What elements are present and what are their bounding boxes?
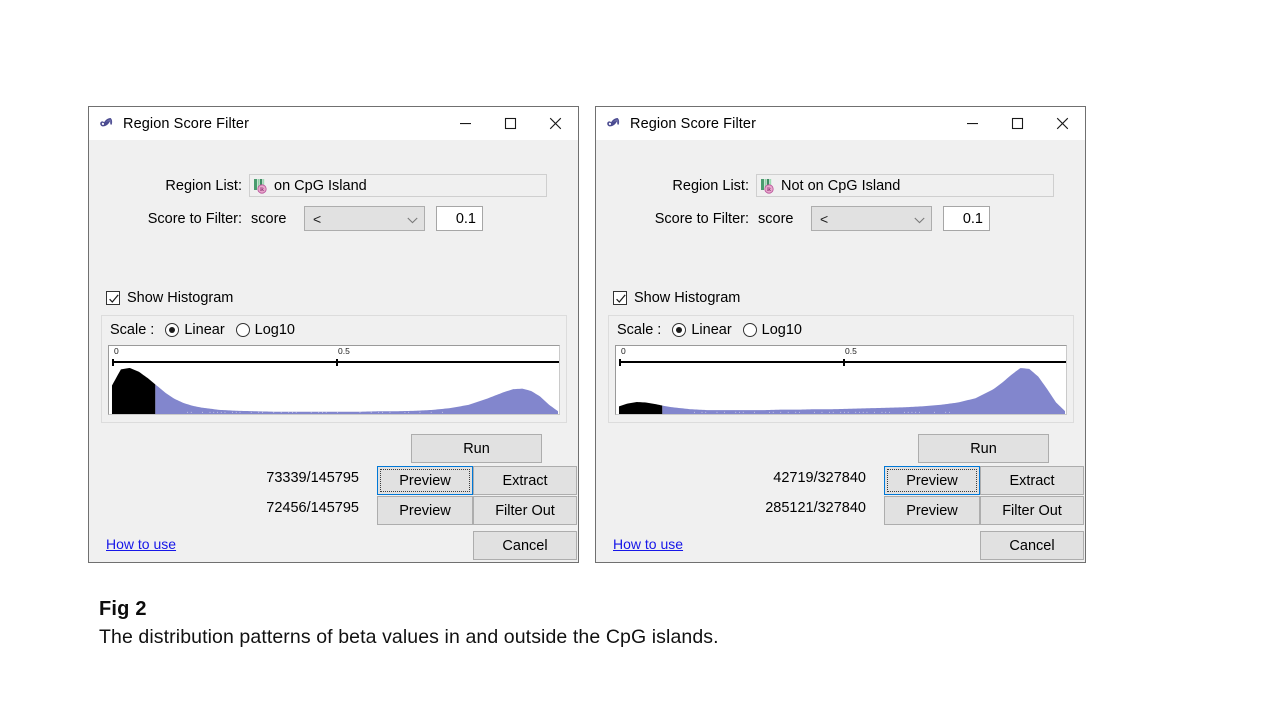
region-list-input[interactable]: R Not on CpG Island [756, 174, 1054, 197]
scale-row: Scale : Linear Log10 [609, 316, 1073, 344]
scale-label: Scale : [617, 322, 661, 338]
window-title: Region Score Filter [630, 116, 950, 132]
threshold-value: 0.1 [456, 211, 476, 227]
score-to-filter-label: Score to Filter: [596, 211, 749, 227]
region-list-value: on CpG Island [274, 178, 367, 194]
how-to-use-link-1[interactable]: How to use [106, 536, 176, 552]
preview-extract-button-2[interactable]: Preview [884, 466, 980, 495]
axis-tick-label-1: 0.5 [845, 346, 857, 357]
scale-row: Scale : Linear Log10 [102, 316, 566, 344]
region-list-icon: R [760, 178, 776, 194]
chevron-down-icon [407, 211, 418, 227]
score-filter-row: Score to Filter: score < 0.1 [596, 206, 1085, 231]
title-bar[interactable]: Region Score Filter [596, 107, 1085, 140]
extract-button-2[interactable]: Extract [980, 466, 1084, 495]
histogram-bars-1 [109, 366, 559, 414]
checkbox-box [613, 291, 627, 305]
close-icon[interactable] [533, 107, 578, 140]
histogram-panel: Scale : Linear Log10 0 0.5 [608, 315, 1074, 423]
show-histogram-checkbox[interactable]: Show Histogram [106, 290, 233, 306]
preview-filter-out-button-1[interactable]: Preview [377, 496, 473, 525]
show-histogram-checkbox[interactable]: Show Histogram [613, 290, 740, 306]
cancel-button-2[interactable]: Cancel [980, 531, 1084, 560]
region-list-row: Region List: R on CpG Island [89, 174, 578, 197]
minimize-icon[interactable] [950, 107, 995, 140]
filter-out-count-2: 285121/327840 [686, 500, 866, 516]
screenshot-root: Region Score Filter Region List: [0, 0, 1280, 720]
radio-linear-label: Linear [184, 322, 224, 338]
score-to-filter-label: Score to Filter: [89, 211, 242, 227]
radio-log10-label: Log10 [255, 322, 295, 338]
run-button[interactable]: Run [411, 434, 542, 463]
threshold-value: 0.1 [963, 211, 983, 227]
filter-out-button-2[interactable]: Filter Out [980, 496, 1084, 525]
figure-label: Fig 2 [99, 598, 999, 621]
extract-button-1[interactable]: Extract [473, 466, 577, 495]
histogram-axis: 0 0.5 [109, 346, 559, 366]
extract-count-1: 73339/145795 [179, 470, 359, 486]
region-list-icon: R [253, 178, 269, 194]
operator-select[interactable]: < [304, 206, 425, 231]
figure-description: The distribution patterns of beta values… [99, 626, 999, 649]
threshold-input[interactable]: 0.1 [436, 206, 483, 231]
region-list-input[interactable]: R on CpG Island [249, 174, 547, 197]
filter-out-button-1[interactable]: Filter Out [473, 496, 577, 525]
operator-select[interactable]: < [811, 206, 932, 231]
show-histogram-label: Show Histogram [634, 290, 740, 306]
region-score-filter-window-1: Region Score Filter Region List: [88, 106, 579, 563]
histogram-axis: 0 0.5 [616, 346, 1066, 366]
score-field-name: score [758, 211, 806, 227]
radio-linear[interactable] [672, 323, 686, 337]
checkbox-box [106, 291, 120, 305]
window-title: Region Score Filter [123, 116, 443, 132]
extract-count-2: 42719/327840 [686, 470, 866, 486]
window-controls [443, 107, 578, 140]
region-list-label: Region List: [89, 178, 242, 194]
dialog-body: Region List: R on CpG Island [89, 140, 578, 562]
region-list-label: Region List: [596, 178, 749, 194]
minimize-icon[interactable] [443, 107, 488, 140]
region-list-row: Region List: R Not on CpG Isl [596, 174, 1085, 197]
region-list-value: Not on CpG Island [781, 178, 900, 194]
window-controls [950, 107, 1085, 140]
score-field-name: score [251, 211, 299, 227]
filter-out-count-1: 72456/145795 [179, 500, 359, 516]
region-score-filter-window-2: Region Score Filter Region List: [595, 106, 1086, 563]
chevron-down-icon [914, 211, 925, 227]
maximize-icon[interactable] [488, 107, 533, 140]
threshold-input[interactable]: 0.1 [943, 206, 990, 231]
score-filter-row: Score to Filter: score < 0.1 [89, 206, 578, 231]
radio-log10[interactable] [236, 323, 250, 337]
axis-tick-label-0: 0 [621, 346, 626, 357]
how-to-use-link-2[interactable]: How to use [613, 536, 683, 552]
swirl-icon [99, 116, 115, 132]
swirl-icon [606, 116, 622, 132]
scale-label: Scale : [110, 322, 154, 338]
radio-log10[interactable] [743, 323, 757, 337]
histogram-plot-2[interactable]: 0 0.5 [615, 345, 1067, 415]
axis-tick-label-1: 0.5 [338, 346, 350, 357]
radio-linear[interactable] [165, 323, 179, 337]
maximize-icon[interactable] [995, 107, 1040, 140]
axis-tick-label-0: 0 [114, 346, 119, 357]
show-histogram-label: Show Histogram [127, 290, 233, 306]
histogram-panel: Scale : Linear Log10 0 0.5 [101, 315, 567, 423]
preview-filter-out-button-2[interactable]: Preview [884, 496, 980, 525]
radio-linear-label: Linear [691, 322, 731, 338]
histogram-plot-1[interactable]: 0 0.5 [108, 345, 560, 415]
operator-value: < [820, 211, 914, 227]
close-icon[interactable] [1040, 107, 1085, 140]
dialog-body: Region List: R Not on CpG Isl [596, 140, 1085, 562]
preview-extract-button-1[interactable]: Preview [377, 466, 473, 495]
title-bar[interactable]: Region Score Filter [89, 107, 578, 140]
histogram-bars-2 [616, 366, 1066, 414]
cancel-button-1[interactable]: Cancel [473, 531, 577, 560]
run-button[interactable]: Run [918, 434, 1049, 463]
figure-caption: Fig 2 The distribution patterns of beta … [99, 598, 999, 649]
radio-log10-label: Log10 [762, 322, 802, 338]
operator-value: < [313, 211, 407, 227]
